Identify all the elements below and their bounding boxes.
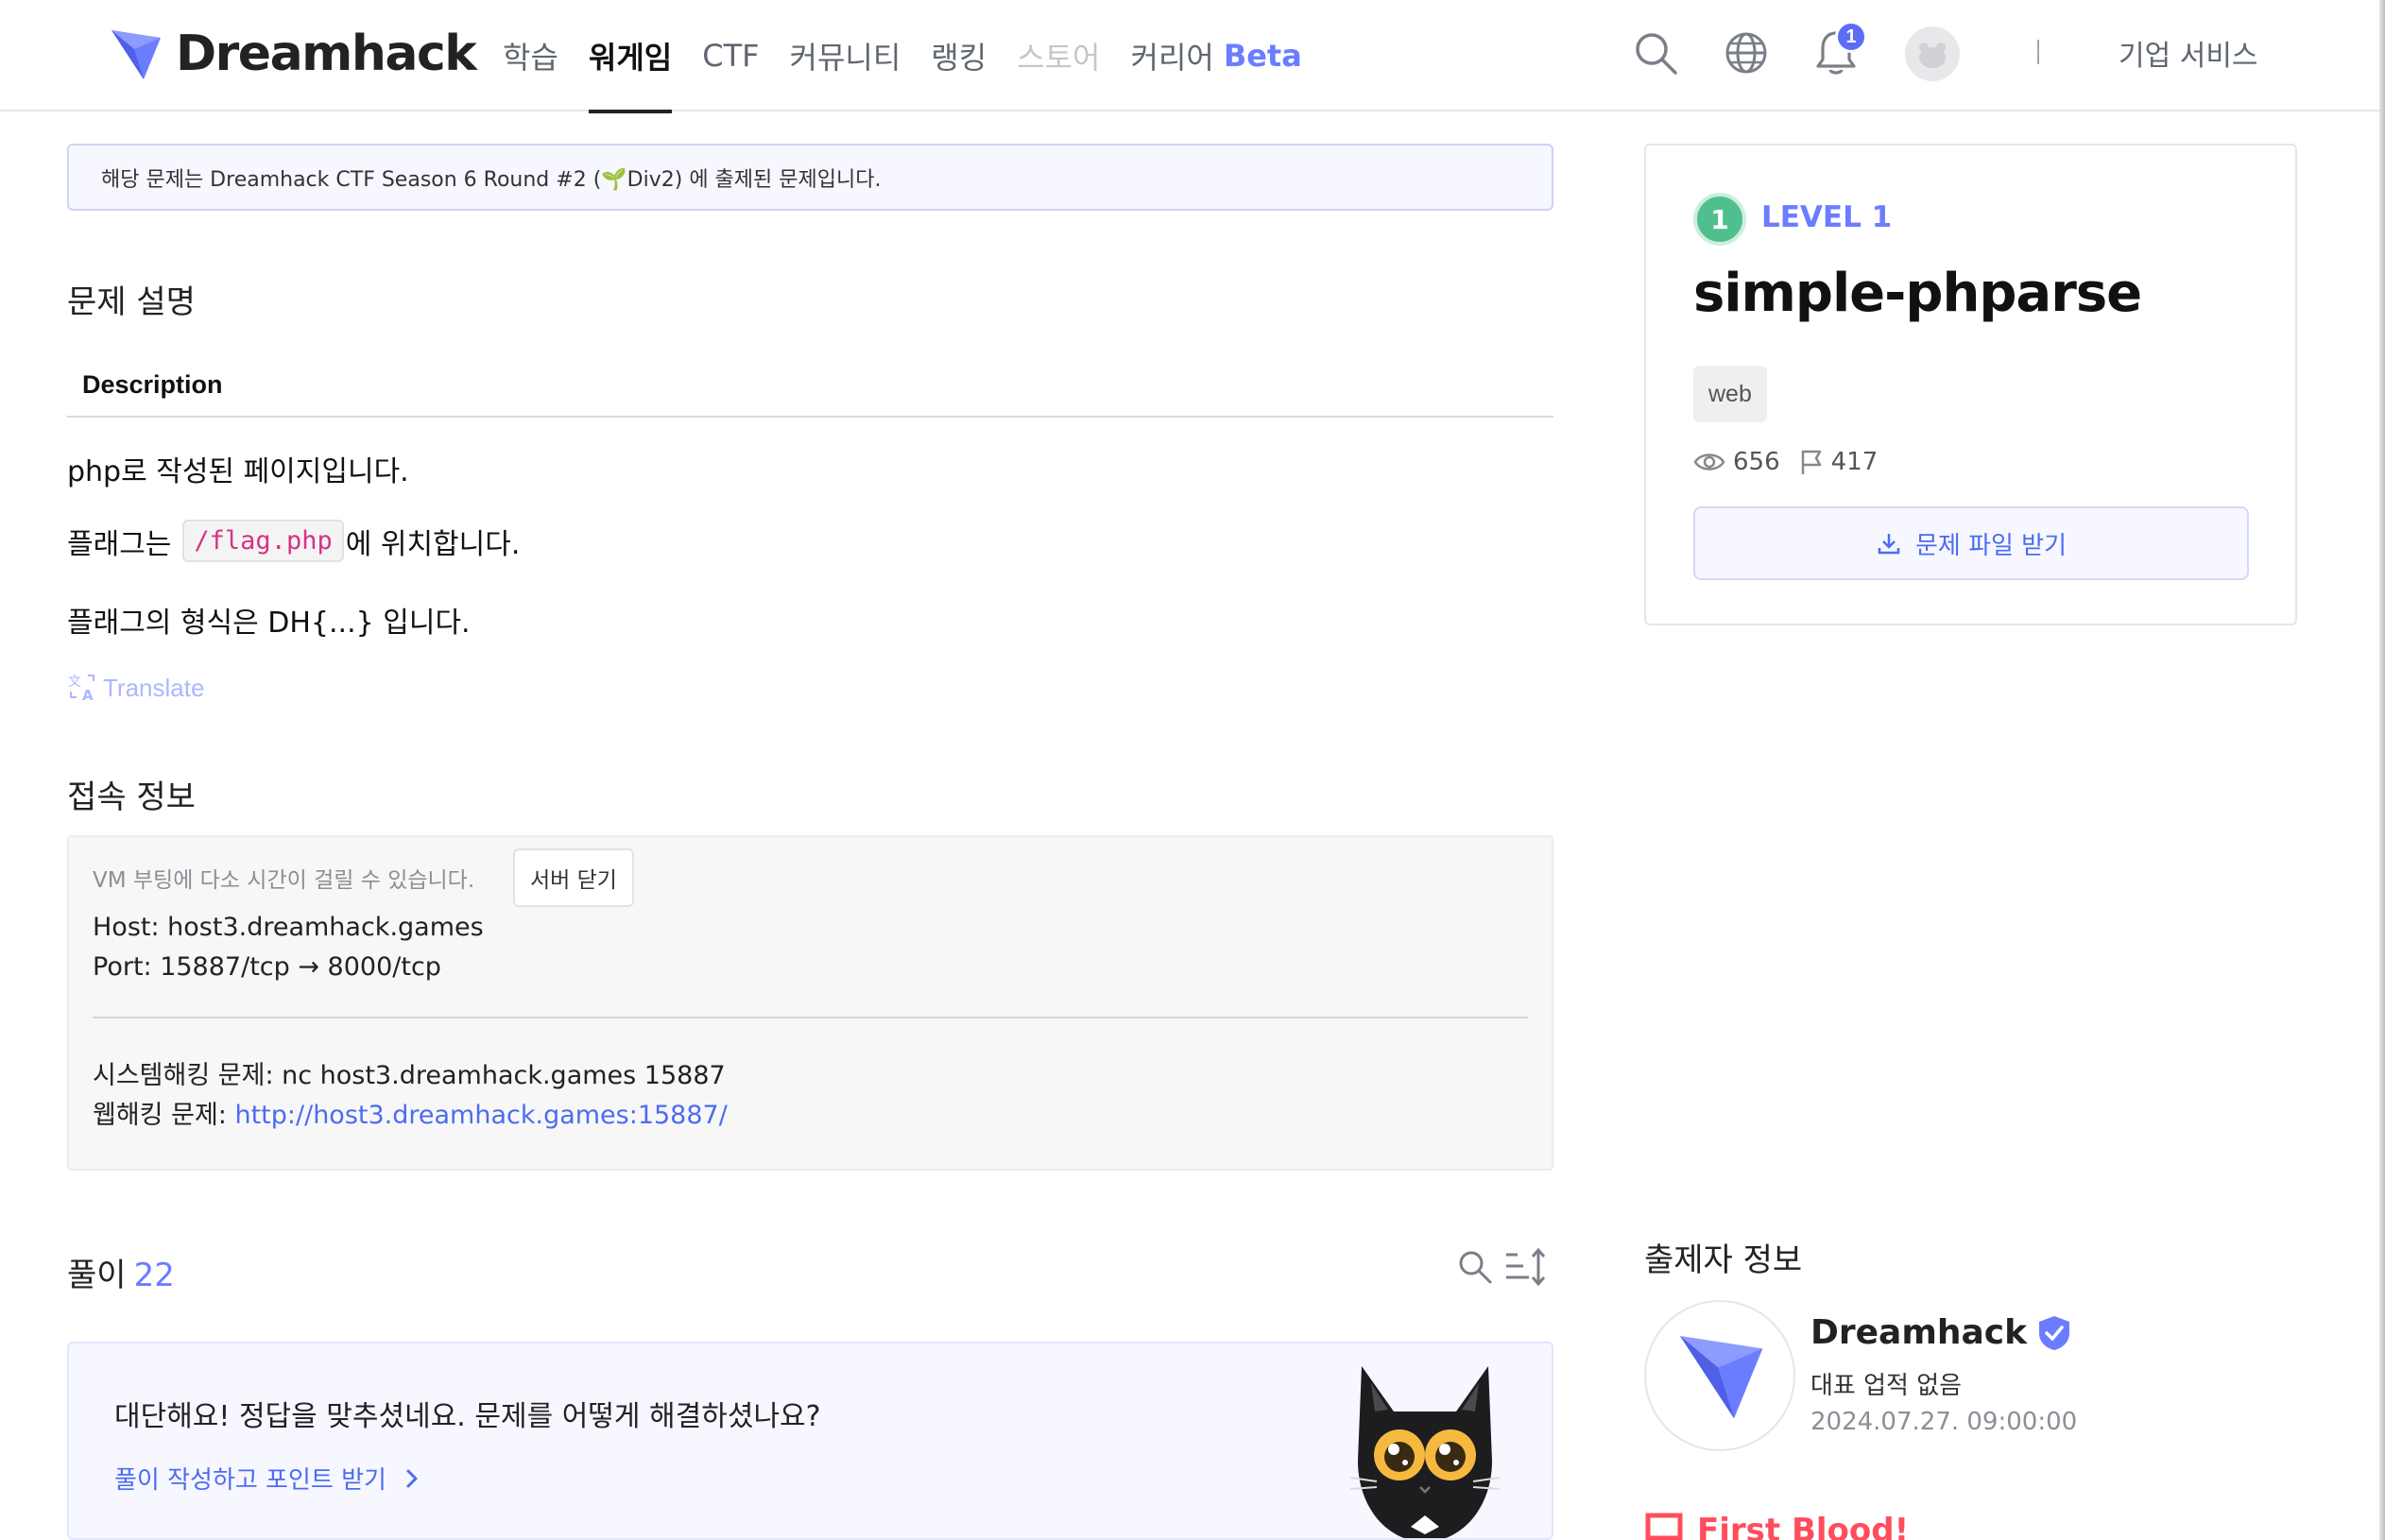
challenge-title: simple-phparse	[1693, 263, 2142, 324]
author-section-title: 출제자 정보	[1644, 1241, 1803, 1279]
description-line-1: php로 작성된 페이지입니다.	[67, 455, 409, 488]
globe-icon	[1725, 32, 1767, 74]
description-section-title: 문제 설명	[67, 283, 196, 321]
download-files-label: 문제 파일 받기	[1914, 531, 2068, 560]
solution-prompt-message: 대단해요! 정답을 맞추셨네요. 문제를 어떻게 해결하셨나요?	[114, 1400, 821, 1433]
web-hacking-row: 웹해킹 문제: http://host3.dreamhack.games:158…	[93, 1094, 728, 1131]
solutions-search-button[interactable]	[1457, 1249, 1493, 1285]
level-badge: 1	[1693, 193, 1746, 246]
web-hacking-label: 웹해킹 문제:	[93, 1101, 227, 1130]
logo-text: Dreamhack	[176, 26, 477, 82]
search-icon	[1636, 33, 1677, 75]
logo[interactable]: Dreamhack	[106, 25, 477, 83]
connection-info-box: VM 부팅에 다소 시간이 걸릴 수 있습니다. 서버 닫기 Host: hos…	[67, 835, 1553, 1171]
translate-icon: 文 A	[68, 675, 94, 703]
description-heading: Description	[67, 359, 1553, 418]
nav-wargame[interactable]: 워게임	[588, 0, 673, 113]
level-label: LEVEL 1	[1761, 200, 1893, 234]
dreamhack-logo-icon	[1680, 1336, 1763, 1419]
dreamhack-logo-icon	[112, 30, 161, 79]
business-service-link[interactable]: 기업 서비스	[2119, 32, 2258, 74]
view-count: 656	[1733, 448, 1780, 476]
vm-boot-note: VM 부팅에 다소 시간이 걸릴 수 있습니다.	[93, 868, 475, 893]
solutions-sort-button[interactable]	[1504, 1247, 1548, 1287]
description-line-3: 플래그의 형식은 DH{...} 입니다.	[67, 607, 471, 640]
nav-ctf[interactable]: CTF	[702, 0, 759, 111]
nav-ranking[interactable]: 랭킹	[931, 0, 987, 111]
description-line-2-suffix: 에 위치합니다.	[345, 527, 521, 561]
nav-career[interactable]: 커리어 Beta	[1131, 0, 1302, 111]
eye-icon	[1693, 453, 1725, 471]
close-server-button[interactable]: 서버 닫기	[513, 848, 634, 907]
write-solution-label: 풀이 작성하고 포인트 받기	[114, 1466, 386, 1495]
sort-icon	[1506, 1247, 1546, 1287]
author-achievement: 대표 업적 없음	[1810, 1372, 1963, 1400]
solutions-tools	[1457, 1247, 1548, 1287]
challenge-stats: 656 417	[1693, 448, 1878, 476]
challenge-info-card: 1 LEVEL 1 simple-phparse web 656 417 문제 …	[1644, 144, 2297, 625]
author-avatar[interactable]	[1644, 1300, 1795, 1451]
solve-count: 417	[1830, 448, 1879, 476]
nav-learn[interactable]: 학습	[503, 0, 558, 111]
language-button[interactable]	[1723, 26, 1770, 79]
verified-badge-icon	[2039, 1315, 2070, 1350]
write-solution-box: 대단해요! 정답을 맞추셨네요. 문제를 어떻게 해결하셨나요? 풀이 작성하고…	[67, 1342, 1553, 1540]
user-avatar[interactable]	[1905, 26, 1960, 81]
connection-divider	[93, 1017, 1528, 1018]
author-name[interactable]: Dreamhack	[1810, 1313, 2072, 1352]
port-info: Port: 15887/tcp → 8000/tcp	[93, 952, 441, 982]
write-solution-link[interactable]: 풀이 작성하고 포인트 받기	[114, 1461, 426, 1496]
description-line-2-prefix: 플래그는	[67, 527, 172, 561]
main-nav: 학습 워게임 CTF 커뮤니티 랭킹 스토어 커리어 Beta	[503, 0, 1332, 113]
solutions-count: 22	[133, 1257, 175, 1294]
solutions-label: 풀이	[67, 1257, 127, 1294]
search-icon	[1459, 1251, 1492, 1284]
author-date: 2024.07.27. 09:00:00	[1810, 1408, 2078, 1436]
svg-text:文: 文	[68, 675, 81, 690]
beta-badge: Beta	[1223, 38, 1302, 74]
connection-section-title: 접속 정보	[67, 779, 196, 816]
window-edge	[2379, 0, 2385, 1540]
download-files-button[interactable]: 문제 파일 받기	[1693, 506, 2249, 580]
notification-button[interactable]: 1	[1812, 21, 1867, 79]
black-cat-mascot-icon	[1349, 1366, 1501, 1538]
svg-text:A: A	[82, 687, 94, 703]
notification-badge: 1	[1835, 21, 1867, 53]
solutions-title: 풀이 22	[67, 1249, 175, 1295]
category-tag[interactable]: web	[1693, 366, 1767, 422]
flag-icon	[1645, 1513, 1683, 1540]
flag-path-code: /flag.php	[182, 520, 344, 562]
top-header: Dreamhack 학습 워게임 CTF 커뮤니티 랭킹 스토어 커리어 Bet…	[0, 0, 2385, 113]
description-line-2: 플래그는 /flag.php 에 위치합니다.	[67, 520, 520, 562]
host-info: Host: host3.dreamhack.games	[93, 913, 484, 942]
avatar-icon	[1919, 43, 1946, 68]
nav-store[interactable]: 스토어	[1017, 0, 1100, 111]
first-blood-section: First Blood!	[1644, 1508, 1909, 1540]
search-button[interactable]	[1632, 26, 1679, 79]
download-icon	[1878, 534, 1900, 555]
system-hacking-command: 시스템해킹 문제: nc host3.dreamhack.games 15887	[93, 1061, 726, 1090]
translate-button[interactable]: 文 A Translate	[67, 673, 205, 704]
nav-community[interactable]: 커뮤니티	[790, 0, 901, 111]
first-blood-label: First Blood!	[1697, 1512, 1910, 1540]
author-name-text: Dreamhack	[1810, 1313, 2028, 1352]
flag-icon	[1801, 450, 1821, 474]
nav-career-label: 커리어	[1130, 40, 1214, 76]
ctf-notice-banner: 해당 문제는 Dreamhack CTF Season 6 Round #2 (…	[67, 144, 1553, 211]
web-hacking-url[interactable]: http://host3.dreamhack.games:15887/	[234, 1101, 727, 1130]
header-separator	[2037, 40, 2039, 64]
chevron-right-icon	[406, 1469, 418, 1487]
translate-label: Translate	[103, 673, 205, 702]
